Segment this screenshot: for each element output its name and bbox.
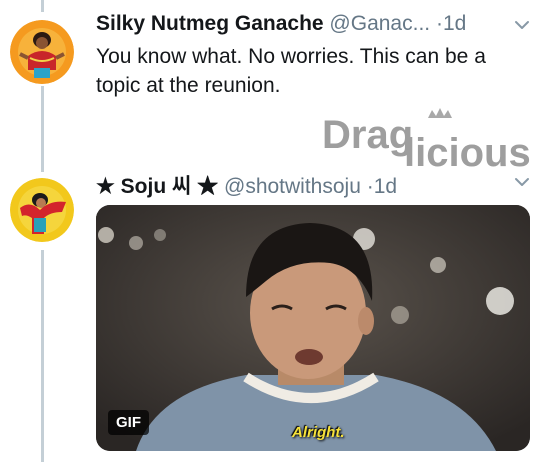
timestamp[interactable]: 1d	[374, 175, 397, 198]
gif-badge: GIF	[108, 410, 149, 435]
dragalicious-watermark: Drag licious	[322, 108, 532, 175]
separator: ·	[366, 175, 374, 198]
timeline: Silky Nutmeg Ganache @Ganac... ·1d You k…	[0, 0, 534, 462]
watermark-text-2: licious	[404, 131, 531, 172]
gif-frame	[96, 205, 530, 451]
watermark-text-1: Drag	[322, 113, 413, 157]
tweet-header: Silky Nutmeg Ganache @Ganac... ·1d	[96, 12, 466, 36]
display-name[interactable]: Silky Nutmeg Ganache	[96, 12, 324, 35]
tweet-header: ★ Soju 씨 ★ @shotwithsoju ·1d	[96, 170, 397, 200]
handle[interactable]: @shotwithsoju	[224, 175, 361, 198]
gif-media[interactable]: GIF Alright.	[96, 205, 530, 451]
chevron-down-icon[interactable]	[512, 172, 532, 192]
thread-line	[41, 250, 44, 462]
display-name[interactable]: ★ Soju 씨 ★	[96, 175, 218, 198]
handle[interactable]: @Ganac...	[329, 12, 430, 35]
avatar[interactable]	[10, 178, 74, 242]
gif-caption: Alright.	[292, 424, 345, 441]
separator: ·	[435, 12, 443, 35]
tweet-text: You know what. No worries. This can be a…	[96, 45, 486, 97]
timestamp[interactable]: 1d	[443, 12, 466, 35]
avatar[interactable]	[10, 20, 74, 84]
thread-line	[41, 86, 44, 172]
chevron-down-icon[interactable]	[512, 15, 532, 35]
thread-line	[41, 0, 44, 12]
